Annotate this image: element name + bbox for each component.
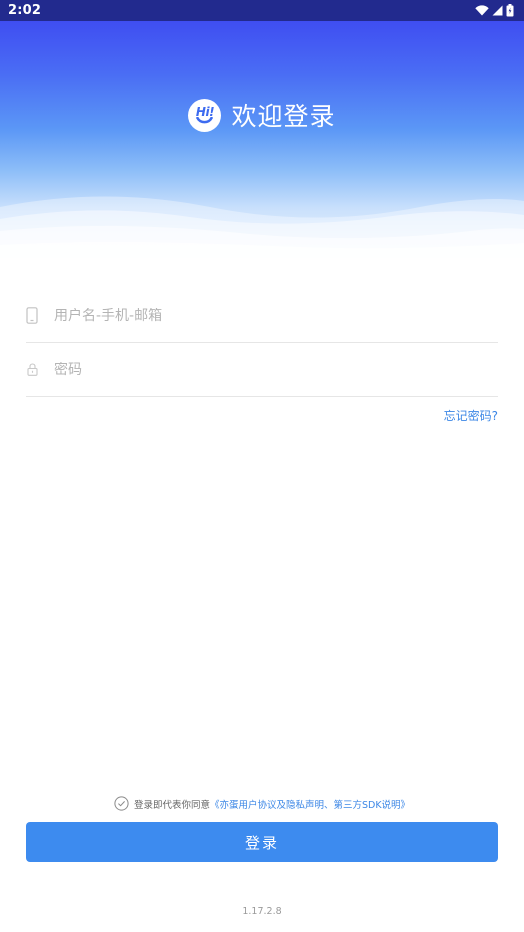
username-input[interactable] [54, 307, 498, 324]
agreement-prefix: 登录即代表你同意 [133, 799, 210, 811]
smile-icon [196, 116, 214, 123]
hi-logo: Hi! [188, 98, 222, 132]
hero-banner: Hi! 欢迎登录 [0, 21, 524, 261]
battery-icon [506, 4, 514, 17]
status-bar: 2:02 [0, 0, 524, 21]
page-title: 欢迎登录 [231, 102, 336, 131]
status-icons [475, 4, 514, 17]
status-time: 2:02 [8, 3, 42, 18]
username-field [26, 289, 498, 343]
signal-icon [492, 5, 503, 16]
password-field [26, 343, 498, 397]
wifi-icon [475, 5, 489, 16]
login-button[interactable]: 登录 [26, 822, 498, 862]
lock-icon [26, 363, 38, 376]
logo-row: Hi! 欢迎登录 [0, 97, 524, 133]
version-label: 1.17.2.8 [242, 906, 282, 917]
wave-decoration [0, 196, 524, 261]
agreement-link[interactable]: 《亦蛋用户协议及隐私声明、第三方SDK说明》 [210, 800, 410, 811]
agreement-text: 登录即代表你同意《亦蛋用户协议及隐私声明、第三方SDK说明》 [134, 797, 410, 811]
agreement-checkbox[interactable] [114, 796, 129, 811]
phone-icon [26, 307, 38, 324]
forgot-password-link[interactable]: 忘记密码? [444, 407, 498, 424]
password-input[interactable] [54, 361, 498, 378]
agreement-row: 登录即代表你同意《亦蛋用户协议及隐私声明、第三方SDK说明》 [0, 796, 524, 811]
